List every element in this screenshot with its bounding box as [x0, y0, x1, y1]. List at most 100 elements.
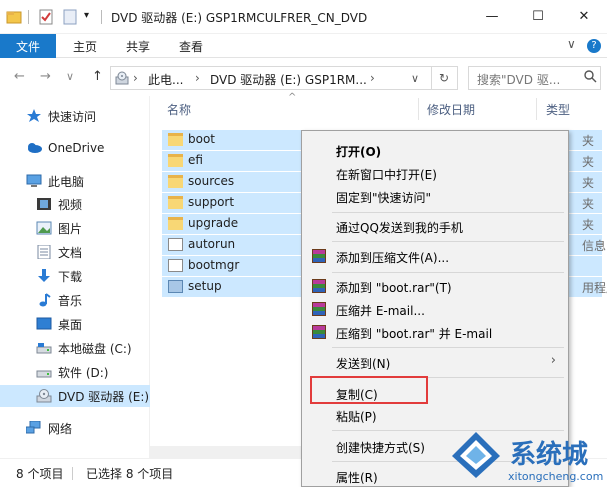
address-row: ← → ∨ ↑ › 此电... › DVD 驱动器 (E:) GSP1RM...… [0, 58, 607, 96]
menu-item-pin-quick-access[interactable]: 固定到"快速访问" [302, 185, 568, 207]
menu-label: 属性(R) [336, 471, 378, 485]
nav-item-downloads[interactable]: 下载 [0, 265, 150, 287]
navigation-pane: 快速访问 OneDrive 此电脑 视频 图片 文档 下载 音乐 桌面 本地磁盘… [0, 96, 150, 458]
nav-item-videos[interactable]: 视频 [0, 193, 150, 215]
refresh-icon[interactable]: ↻ [439, 71, 449, 85]
up-button[interactable]: ↑ [92, 69, 103, 84]
search-icon[interactable] [584, 70, 597, 86]
drive-icon [36, 365, 52, 379]
minimize-button[interactable]: — [469, 0, 515, 33]
search-input[interactable]: 搜索"DVD 驱... [477, 71, 560, 88]
dvd-icon [36, 389, 52, 403]
menu-item-compress-boot-email[interactable]: 压缩到 "boot.rar" 并 E-mail [302, 321, 568, 343]
menu-item-paste[interactable]: 粘贴(P) [302, 404, 568, 426]
tab-home[interactable]: 主页 [73, 34, 97, 58]
folder-icon [168, 196, 183, 209]
nav-item-documents[interactable]: 文档 [0, 241, 150, 263]
winrar-icon [312, 325, 326, 339]
menu-label: 创建快捷方式(S) [336, 441, 425, 455]
nav-item-pictures[interactable]: 图片 [0, 217, 150, 239]
column-header-type[interactable]: 类型 [546, 101, 570, 118]
menu-label: 通过QQ发送到我的手机 [336, 221, 463, 235]
address-dropdown-icon[interactable]: ∨ [411, 72, 419, 85]
nav-item-music[interactable]: 音乐 [0, 289, 150, 311]
nav-item-label: 桌面 [58, 317, 83, 332]
status-selected-count: 已选择 8 个项目 [86, 467, 174, 481]
menu-item-open-new-window[interactable]: 在新窗口中打开(E) [302, 162, 568, 184]
file-name: support [188, 195, 235, 209]
nav-item-label: 本地磁盘 (C:) [58, 341, 132, 356]
watermark: 系统城 xitongcheng.com [450, 430, 607, 487]
document-icon [36, 244, 52, 260]
tab-file[interactable]: 文件 [0, 34, 56, 58]
properties-icon[interactable] [38, 9, 54, 25]
explorer-app-icon[interactable] [6, 9, 22, 25]
column-header-name[interactable]: 名称 [167, 101, 191, 118]
nav-item-desktop[interactable]: 桌面 [0, 313, 150, 335]
cloud-icon [26, 141, 42, 155]
nav-item-onedrive[interactable]: OneDrive [0, 137, 150, 159]
maximize-button[interactable]: ☐ [515, 0, 561, 33]
winrar-icon [312, 302, 326, 316]
menu-item-open[interactable]: 打开(O) [302, 139, 568, 161]
column-header-date[interactable]: 修改日期 [427, 101, 475, 118]
file-icon [168, 238, 183, 251]
winrar-icon [312, 249, 326, 263]
close-button[interactable]: ✕ [561, 0, 607, 33]
download-icon [36, 269, 52, 283]
menu-separator [332, 241, 564, 242]
computer-icon [26, 174, 42, 188]
menu-label: 粘贴(P) [336, 410, 377, 424]
file-name: boot [188, 132, 216, 146]
file-type: 夹 [582, 197, 595, 211]
address-bar[interactable]: › 此电... › DVD 驱动器 (E:) GSP1RM... › ∨ ↻ [110, 66, 458, 90]
nav-item-label: DVD 驱动器 (E:) [58, 389, 150, 404]
window-title: DVD 驱动器 (E:) GSP1RMCULFRER_CN_DVD [111, 11, 368, 25]
menu-item-send-to[interactable]: 发送到(N) › [302, 351, 568, 373]
star-icon [26, 109, 42, 123]
recent-locations-button[interactable]: ∨ [66, 70, 74, 83]
desktop-icon [36, 317, 52, 331]
nav-item-label: 视频 [58, 197, 83, 212]
nav-item-network[interactable]: 网络 [0, 417, 150, 439]
nav-item-this-pc[interactable]: 此电脑 [0, 170, 150, 192]
setup-icon [168, 280, 183, 293]
video-icon [36, 197, 52, 211]
search-box[interactable]: 搜索"DVD 驱... [468, 66, 601, 90]
quick-access-dropdown-icon[interactable]: ▾ [84, 10, 100, 26]
menu-item-send-qq[interactable]: 通过QQ发送到我的手机 [302, 215, 568, 237]
menu-label: 压缩到 "boot.rar" 并 E-mail [336, 327, 493, 341]
horizontal-scrollbar[interactable] [150, 446, 310, 458]
drive-icon [36, 341, 52, 355]
tab-view[interactable]: 查看 [179, 34, 203, 58]
menu-separator [332, 272, 564, 273]
help-icon[interactable]: ? [587, 39, 601, 53]
nav-item-label: 文档 [58, 245, 83, 260]
breadcrumb-dvd-drive[interactable]: DVD 驱动器 (E:) GSP1RM... [210, 71, 367, 88]
winrar-icon [312, 279, 326, 293]
picture-icon [36, 221, 52, 235]
back-button[interactable]: ← [14, 69, 25, 84]
menu-label: 添加到压缩文件(A)... [336, 251, 450, 265]
nav-item-label: 图片 [58, 221, 83, 236]
network-icon [25, 420, 42, 435]
ribbon-expand-icon[interactable]: ∨ [567, 37, 576, 51]
menu-label: 压缩并 E-mail... [336, 304, 425, 318]
menu-label: 打开(O) [336, 145, 382, 159]
folder-icon [168, 133, 183, 146]
file-type: 夹 [582, 134, 595, 148]
nav-item-local-disk-c[interactable]: 本地磁盘 (C:) [0, 337, 150, 359]
column-separator [418, 98, 419, 120]
menu-item-add-boot-rar[interactable]: 添加到 "boot.rar"(T) [302, 275, 568, 297]
tab-share[interactable]: 共享 [126, 34, 150, 58]
forward-button[interactable]: → [40, 69, 51, 84]
nav-item-software-d[interactable]: 软件 (D:) [0, 361, 150, 383]
nav-item-quick-access[interactable]: 快速访问 [0, 105, 150, 127]
nav-item-dvd-drive-e[interactable]: DVD 驱动器 (E:) [0, 385, 150, 407]
nav-item-label: OneDrive [48, 141, 105, 155]
menu-item-compress-email[interactable]: 压缩并 E-mail... [302, 298, 568, 320]
folder-icon [168, 175, 183, 188]
new-folder-icon[interactable] [62, 9, 78, 25]
breadcrumb-this-pc[interactable]: 此电... [148, 71, 183, 88]
menu-item-add-archive[interactable]: 添加到压缩文件(A)... [302, 245, 568, 267]
